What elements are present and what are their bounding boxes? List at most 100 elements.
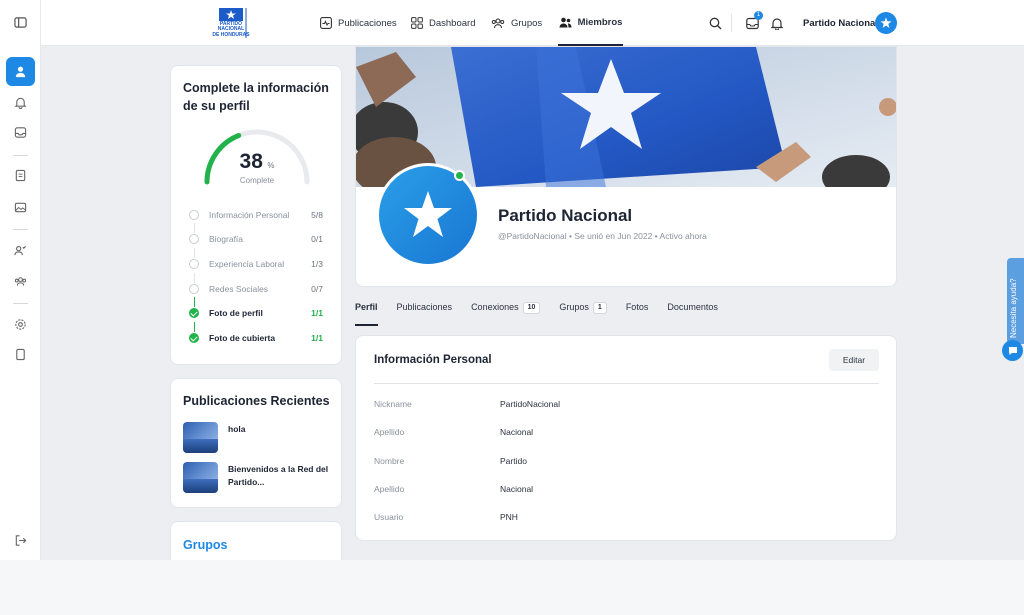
step-count: 0/1 [311, 234, 323, 244]
field-label: Apellido [374, 484, 405, 494]
nav-grupos[interactable]: Grupos [491, 0, 542, 46]
step-label: Información Personal [209, 210, 290, 220]
nav-label: Dashboard [429, 17, 476, 29]
star-icon [880, 17, 892, 28]
bell-icon [771, 17, 783, 30]
bell-icon[interactable] [6, 88, 35, 117]
tab-label: Grupos [559, 302, 589, 312]
inbox-icon[interactable] [6, 118, 35, 147]
personal-info-card: Información Personal Editar Nickname Par… [355, 335, 897, 541]
tab-conexiones[interactable]: Conexiones 10 [471, 302, 541, 326]
field-value: PartidoNacional [500, 399, 561, 409]
field-value: Partido [500, 456, 527, 466]
tab-documentos[interactable]: Documentos [667, 302, 718, 326]
step-count: 0/7 [311, 284, 323, 294]
photos-icon[interactable] [6, 193, 35, 222]
step-informacion-personal[interactable]: Información Personal 5/8 [189, 208, 323, 222]
page-footer-cover [0, 560, 1024, 615]
step-redes-sociales[interactable]: Redes Sociales 0/7 [189, 282, 323, 296]
table-row: Apellido Nacional [374, 484, 874, 494]
list-item[interactable]: hola [183, 422, 245, 453]
tab-fotos[interactable]: Fotos [626, 302, 649, 326]
list-item[interactable]: Bienvenidos a la Red del Partido... [183, 462, 328, 493]
progress-percent: 38 [239, 150, 263, 173]
tab-label: Fotos [625, 302, 649, 312]
step-status-icon [189, 210, 199, 220]
left-rail [0, 0, 41, 560]
tab-grupos[interactable]: Grupos 1 [559, 302, 607, 326]
page-icon[interactable] [6, 340, 35, 369]
step-count: 5/8 [311, 210, 323, 220]
party-logo[interactable]: PARTIDO NACIONAL DE HONDURAS [207, 8, 255, 38]
tab-count-badge: 10 [522, 302, 541, 314]
online-status-badge [454, 170, 465, 181]
post-thumbnail[interactable] [183, 422, 218, 453]
recent-posts-card: Publicaciones Recientes hola Bienvenidos… [170, 378, 342, 508]
groups-icon[interactable] [6, 267, 35, 296]
table-row: Nickname PartidoNacional [374, 399, 874, 409]
step-label: Biografía [209, 234, 244, 244]
tab-label: Conexiones [471, 302, 519, 312]
profile-completion-card: Complete la información de su perfil 38 … [170, 65, 342, 365]
field-label: Apellido [374, 427, 405, 437]
chat-icon [1008, 346, 1017, 355]
profile-meta: @PartidoNacional • Se unió en Jun 2022 •… [498, 231, 707, 241]
tab-label: Publicaciones [396, 302, 453, 312]
profile-name: Partido Nacional [498, 206, 633, 225]
step-experiencia-laboral[interactable]: Experiencia Laboral 1/3 [189, 257, 323, 271]
nav-label: Grupos [511, 17, 543, 29]
field-label: Nickname [374, 399, 412, 409]
post-title-line: Bienvenidos a la Red del [228, 464, 329, 474]
recent-posts-title: Publicaciones Recientes [183, 394, 330, 408]
inbox-button[interactable] [746, 0, 759, 46]
step-status-icon [189, 234, 199, 244]
notifications-button[interactable] [771, 0, 783, 46]
logout-icon[interactable] [6, 526, 35, 555]
grid-icon [411, 17, 423, 29]
field-label: Nombre [374, 456, 405, 466]
step-label: Foto de cubierta [209, 333, 276, 343]
edit-button[interactable]: Editar [829, 349, 879, 371]
nav-dashboard[interactable]: Dashboard [411, 0, 475, 46]
members-icon [559, 17, 572, 27]
post-title[interactable]: hola [228, 422, 245, 453]
chat-button[interactable] [1002, 340, 1023, 361]
step-biografia[interactable]: Biografía 0/1 [189, 232, 323, 246]
step-label: Experiencia Laboral [209, 259, 285, 269]
group-icon [491, 18, 505, 29]
help-label: Necesita ayuda? [1009, 278, 1018, 338]
connections-icon[interactable] [6, 236, 35, 265]
post-thumbnail[interactable] [183, 462, 218, 493]
inbox-count-badge: 1 [754, 11, 763, 20]
step-foto-de-cubierta[interactable]: Foto de cubierta 1/1 [189, 331, 323, 345]
step-label: Redes Sociales [209, 284, 269, 294]
profile-tabs: Perfil Publicaciones Conexiones 10 Grupos… [355, 302, 737, 326]
profile-completion-title: Complete la información de su perfil [183, 81, 329, 113]
field-label: Usuario [374, 512, 404, 522]
divider [374, 383, 879, 384]
progress-label: Complete [239, 176, 275, 185]
sidebar-toggle-icon[interactable] [6, 8, 35, 37]
table-row: Usuario PNH [374, 512, 874, 522]
settings-icon[interactable] [6, 310, 35, 339]
step-foto-de-perfil[interactable]: Foto de perfil 1/1 [189, 306, 323, 320]
groups-title[interactable]: Grupos [183, 536, 227, 554]
document-icon[interactable] [6, 161, 35, 190]
progress-percent-sign: % [267, 161, 275, 170]
user-name[interactable]: Partido Nacional [803, 0, 878, 46]
search-button[interactable] [709, 0, 722, 46]
tab-label: Documentos [667, 302, 718, 312]
profile-avatar[interactable] [376, 163, 480, 267]
tab-publicaciones[interactable]: Publicaciones [397, 302, 453, 326]
post-title[interactable]: Bienvenidos a la Red del Partido... [228, 462, 328, 493]
nav-label: Miembros [577, 16, 623, 28]
progress-value: 38 % [171, 150, 343, 174]
nav-miembros[interactable]: Miembros [558, 0, 623, 46]
avatar[interactable] [875, 12, 897, 34]
logo-text-3: DE HONDURAS [212, 31, 250, 38]
tab-perfil[interactable]: Perfil [355, 302, 378, 326]
help-tab[interactable]: Necesita ayuda? [1007, 258, 1024, 344]
tab-label: Perfil [355, 302, 378, 312]
nav-publicaciones[interactable]: Publicaciones [320, 0, 397, 46]
profile-icon[interactable] [6, 57, 35, 86]
